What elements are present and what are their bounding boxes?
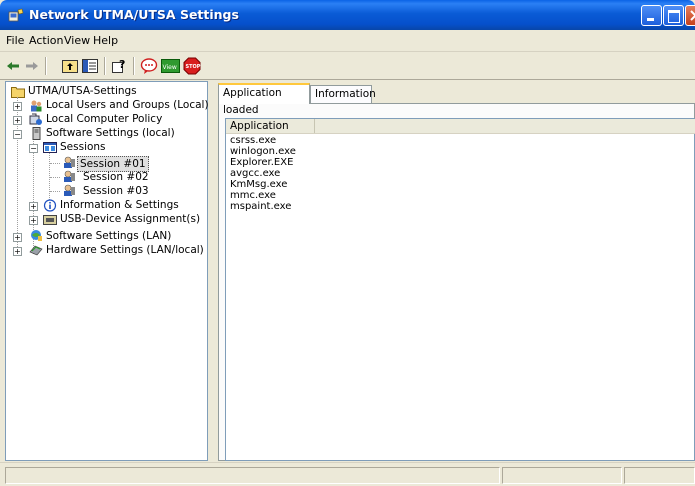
collapse-toggle[interactable]: −	[13, 130, 22, 139]
details-pane: Application loaded Information Applicati…	[213, 81, 695, 461]
toolbar-separator	[133, 57, 135, 75]
minimize-button[interactable]	[641, 5, 662, 26]
status-panel	[5, 467, 500, 484]
tab-application-loaded[interactable]: Application loaded	[218, 83, 310, 116]
tree-view[interactable]: UTMA/UTSA-Settings + Local Users and Gro…	[5, 81, 209, 461]
expand-toggle[interactable]: +	[29, 216, 38, 225]
tree-item-label: Session #03	[83, 185, 149, 197]
tree-item-label: Session #02	[83, 171, 149, 183]
forward-arrow-icon[interactable]	[23, 57, 41, 75]
toolbar-separator	[45, 57, 47, 75]
svg-text:View: View	[163, 64, 177, 71]
tree-root-label: UTMA/UTSA-Settings	[28, 85, 137, 97]
list-item[interactable]: mmc.exe	[230, 190, 276, 201]
svg-text:STOP: STOP	[186, 64, 201, 70]
users-icon	[31, 100, 42, 112]
tree-item-label: Local Computer Policy	[46, 113, 163, 125]
tree-item-label: Hardware Settings (LAN/local)	[46, 244, 204, 256]
svg-text:?: ?	[119, 58, 125, 71]
up-folder-icon[interactable]	[61, 57, 79, 75]
policy-icon	[29, 113, 42, 125]
menu-file[interactable]: File	[6, 34, 24, 47]
tree-connector	[50, 163, 60, 164]
expand-toggle[interactable]: +	[13, 247, 22, 256]
software-lan-icon	[31, 230, 42, 241]
tree-connector	[50, 191, 60, 192]
message-icon[interactable]	[140, 57, 158, 75]
maximize-icon	[668, 10, 680, 23]
tab-information[interactable]: Information	[310, 85, 376, 104]
tree-item-label: Sessions	[60, 141, 106, 153]
menu-view[interactable]: View	[64, 34, 90, 47]
show-hide-tree-icon[interactable]	[81, 57, 99, 75]
usb-device-icon	[43, 215, 57, 225]
toolbar-separator	[104, 57, 106, 75]
session-icon	[64, 170, 75, 182]
menu-bar: File Action View Help	[0, 30, 695, 52]
title-bar: Network UTMA/UTSA Settings	[0, 0, 695, 30]
tree-item-label: USB-Device Assignment(s)	[60, 213, 201, 225]
window-title: Network UTMA/UTSA Settings	[29, 7, 239, 22]
sessions-icon	[43, 142, 57, 153]
network-settings-icon	[8, 8, 24, 22]
computer-tower-icon	[32, 127, 41, 140]
tree-item-label: Local Users and Groups (Local)	[46, 99, 209, 111]
expand-toggle[interactable]: +	[13, 102, 22, 111]
session-icon	[64, 156, 75, 168]
close-icon	[690, 10, 695, 21]
tree-item-label: Software Settings (LAN)	[46, 230, 172, 242]
list-item[interactable]: Explorer.EXE	[230, 157, 293, 168]
list-item[interactable]: KmMsg.exe	[230, 179, 287, 190]
help-icon[interactable]: ?	[110, 57, 128, 75]
status-bar	[0, 462, 695, 486]
information-icon	[43, 199, 57, 212]
expand-toggle[interactable]: +	[13, 233, 22, 242]
view-icon[interactable]: View	[161, 57, 180, 75]
expand-toggle[interactable]: +	[13, 116, 22, 125]
menu-action[interactable]: Action	[29, 34, 63, 47]
tree-item-label: Software Settings (local)	[46, 127, 175, 139]
tree-item-label: Information & Settings	[60, 199, 179, 211]
list-item[interactable]: mspaint.exe	[230, 201, 291, 212]
collapse-toggle[interactable]: −	[29, 144, 38, 153]
column-header-empty[interactable]	[316, 119, 694, 133]
session-icon	[64, 184, 75, 196]
list-header: Application	[226, 119, 695, 134]
toolbar: ? View STOP	[0, 52, 695, 80]
list-item[interactable]: winlogon.exe	[230, 146, 296, 157]
maximize-button[interactable]	[663, 5, 684, 26]
stop-icon[interactable]: STOP	[183, 57, 201, 75]
close-button[interactable]	[685, 5, 695, 26]
expand-toggle[interactable]: +	[29, 202, 38, 211]
status-panel	[502, 467, 622, 484]
back-arrow-icon[interactable]	[4, 57, 22, 75]
column-header-application[interactable]: Application	[226, 119, 315, 133]
menu-help[interactable]: Help	[93, 34, 118, 47]
application-list[interactable]: Application csrss.exe winlogon.exe Explo…	[225, 118, 695, 461]
status-panel	[624, 467, 695, 484]
hardware-icon	[29, 245, 43, 256]
tree-connector	[50, 177, 60, 178]
folder-icon	[11, 87, 25, 98]
list-item[interactable]: avgcc.exe	[230, 168, 280, 179]
list-item[interactable]: csrss.exe	[230, 135, 276, 146]
minimize-icon	[647, 18, 654, 21]
